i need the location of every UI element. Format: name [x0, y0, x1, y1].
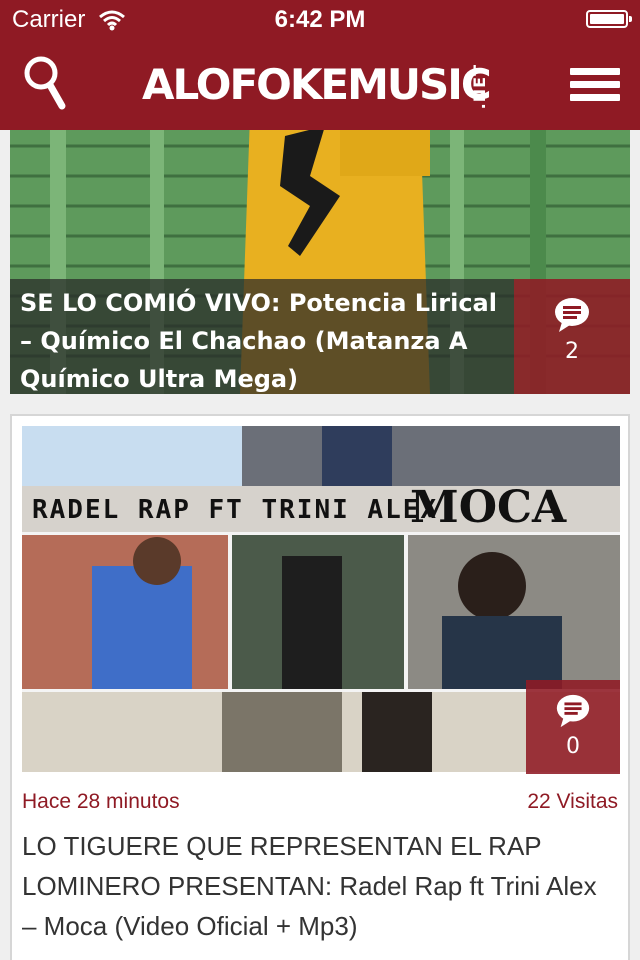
- status-time: 6:42 PM: [274, 6, 366, 33]
- comments-button[interactable]: 0: [526, 680, 620, 774]
- post-visits: 22 Visitas: [527, 790, 618, 813]
- site-logo[interactable]: ALOFOKEMUSIC: [142, 60, 492, 110]
- post-time: Hace 28 minutos: [22, 790, 180, 813]
- comment-count: 2: [565, 339, 579, 364]
- menu-icon-bar: [570, 81, 620, 88]
- menu-icon-bar: [570, 94, 620, 101]
- post-title[interactable]: SE LO COMIÓ VIVO: Potencia Lirical – Quí…: [20, 284, 512, 394]
- menu-button[interactable]: [570, 68, 620, 104]
- search-icon: [24, 56, 66, 110]
- status-bar: Carrier 6:42 PM: [0, 0, 640, 40]
- comment-bubble-icon: [556, 694, 590, 728]
- battery-icon: [586, 10, 632, 28]
- comment-count: 0: [566, 734, 580, 759]
- news-feed[interactable]: SE LO COMIÓ VIVO: Potencia Lirical – Quí…: [0, 130, 640, 960]
- thumbnail-text-right: MOCA: [410, 482, 567, 533]
- hamburger-menu-icon: [570, 68, 620, 75]
- thumbnail-text-left: RADEL RAP FT TRINI ALEX: [32, 495, 438, 525]
- nav-bar: ALOFOKEMUSIC .NET: [0, 40, 640, 130]
- search-button[interactable]: [22, 54, 72, 112]
- post-title[interactable]: LO TIGUERE QUE REPRESENTAN EL RAP LOMINE…: [22, 826, 612, 946]
- post-card[interactable]: SE LO COMIÓ VIVO: Potencia Lirical – Quí…: [10, 130, 630, 394]
- post-card[interactable]: RADEL RAP FT TRINI ALEX MOCA 0 Hace 28 m…: [10, 414, 630, 960]
- site-logo-suffix: .NET: [470, 64, 489, 110]
- comments-button[interactable]: 2: [514, 279, 630, 394]
- app-header: Carrier 6:42 PM ALOFOKEMUSIC .NET: [0, 0, 640, 130]
- comment-bubble-icon: [555, 298, 589, 332]
